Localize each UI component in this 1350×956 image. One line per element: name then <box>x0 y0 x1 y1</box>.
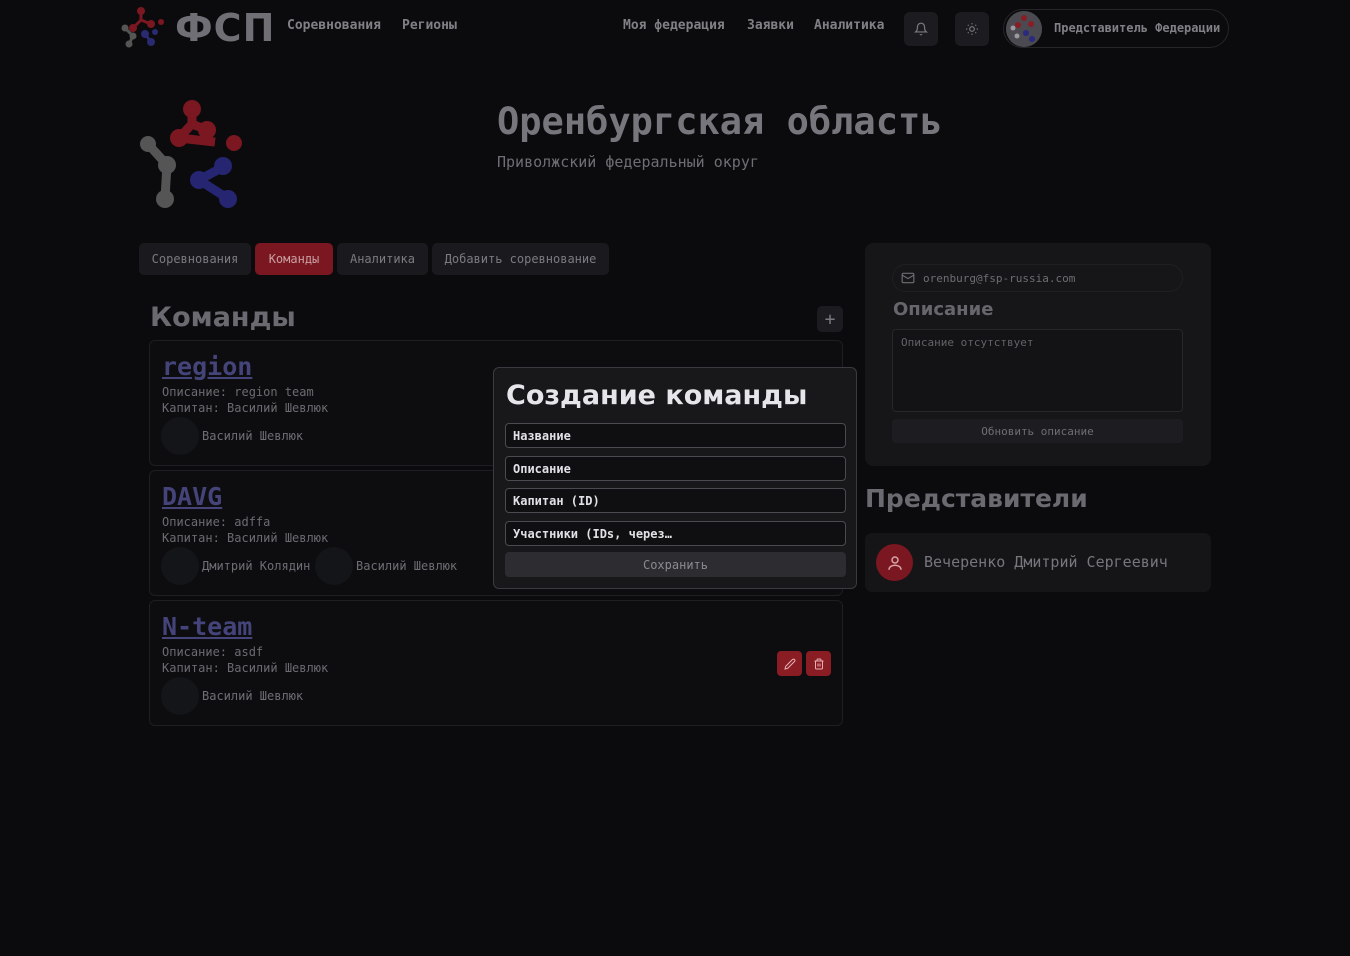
pencil-icon <box>783 658 795 670</box>
sun-icon <box>966 23 978 35</box>
plus-icon: + <box>824 308 836 330</box>
top-navbar: ФСП Соревнования Регионы Моя федерация З… <box>0 0 1350 58</box>
representative-card: Вечеренко Дмитрий Сергеевич <box>865 533 1211 592</box>
avatar <box>1006 11 1042 47</box>
user-role-label: Представитель Федерации <box>1054 21 1221 35</box>
user-avatar-logo-icon <box>1006 11 1042 47</box>
tab-competitions[interactable]: Соревнования <box>139 243 251 275</box>
description-title: Описание <box>893 299 994 320</box>
logo-text[interactable]: ФСП <box>175 6 275 50</box>
avatar <box>161 547 199 585</box>
avatar <box>315 547 353 585</box>
member-ids-input[interactable]: Участники (IDs, через… <box>505 521 846 546</box>
fsp-logo-icon[interactable] <box>119 6 167 50</box>
nav-regions[interactable]: Регионы <box>402 18 457 33</box>
team-card-n-team: N-team Описание: asdf Капитан: Василий Ш… <box>149 600 843 726</box>
email-contact[interactable]: orenburg@fsp-russia.com <box>892 264 1183 292</box>
member-name: Дмитрий Колядин <box>202 559 311 573</box>
team-description: Описание: region team <box>162 385 314 399</box>
avatar <box>161 677 199 715</box>
team-name-input[interactable]: Название <box>505 423 846 448</box>
member-name: Василий Шевлюк <box>202 689 304 703</box>
team-name-link[interactable]: DAVG <box>162 482 222 511</box>
member-name: Василий Шевлюк <box>356 559 458 573</box>
update-description-button[interactable]: Обновить описание <box>892 419 1183 443</box>
user-menu[interactable]: Представитель Федерации <box>1003 9 1229 48</box>
team-captain: Капитан: Василий Шевлюк <box>162 661 329 675</box>
captain-id-input[interactable]: Капитан (ID) <box>505 488 846 513</box>
federation-info-panel: orenburg@fsp-russia.com Описание Описани… <box>865 243 1211 466</box>
add-team-button[interactable]: + <box>817 306 843 332</box>
email-text: orenburg@fsp-russia.com <box>923 271 1076 285</box>
team-description: Описание: asdf <box>162 645 264 659</box>
nav-requests[interactable]: Заявки <box>747 18 794 33</box>
representatives-title: Представители <box>865 484 1088 513</box>
member-name: Василий Шевлюк <box>202 429 304 443</box>
user-icon <box>887 555 902 570</box>
team-member: Василий Шевлюк <box>315 547 457 585</box>
region-subtitle: Приволжский федеральный округ <box>497 153 759 171</box>
edit-team-button[interactable] <box>777 651 802 676</box>
nav-competitions[interactable]: Соревнования <box>287 18 381 33</box>
tab-add-competition[interactable]: Добавить соревнование <box>432 243 609 275</box>
team-captain: Капитан: Василий Шевлюк <box>162 531 329 545</box>
team-name-link[interactable]: region <box>162 352 252 381</box>
team-member: Дмитрий Колядин <box>161 547 310 585</box>
avatar <box>161 417 199 455</box>
nav-analytics[interactable]: Аналитика <box>814 18 884 33</box>
theme-toggle-button[interactable] <box>955 12 989 46</box>
team-member: Василий Шевлюк <box>161 417 303 455</box>
avatar <box>876 544 913 581</box>
trash-icon <box>814 658 823 669</box>
nav-my-federation[interactable]: Моя федерация <box>623 18 725 33</box>
bell-icon <box>914 22 928 36</box>
teams-section-title: Команды <box>150 302 296 333</box>
description-textarea[interactable]: Описание отсутствует <box>892 329 1183 412</box>
team-name-link[interactable]: N-team <box>162 612 252 641</box>
create-team-modal: Создание команды Название Описание Капит… <box>493 367 857 589</box>
tab-teams[interactable]: Команды <box>255 243 333 275</box>
representative-name: Вечеренко Дмитрий Сергеевич <box>924 553 1168 571</box>
tab-analytics[interactable]: Аналитика <box>337 243 428 275</box>
team-member: Василий Шевлюк <box>161 677 303 715</box>
region-title: Оренбургская область <box>497 100 943 143</box>
mail-icon <box>901 272 915 284</box>
modal-title: Создание команды <box>506 380 808 411</box>
save-button[interactable]: Сохранить <box>505 552 846 577</box>
delete-team-button[interactable] <box>806 651 831 676</box>
region-logo-icon <box>140 100 242 208</box>
notifications-button[interactable] <box>904 12 938 46</box>
team-description: Описание: adffa <box>162 515 271 529</box>
team-description-input[interactable]: Описание <box>505 456 846 481</box>
team-captain: Капитан: Василий Шевлюк <box>162 401 329 415</box>
